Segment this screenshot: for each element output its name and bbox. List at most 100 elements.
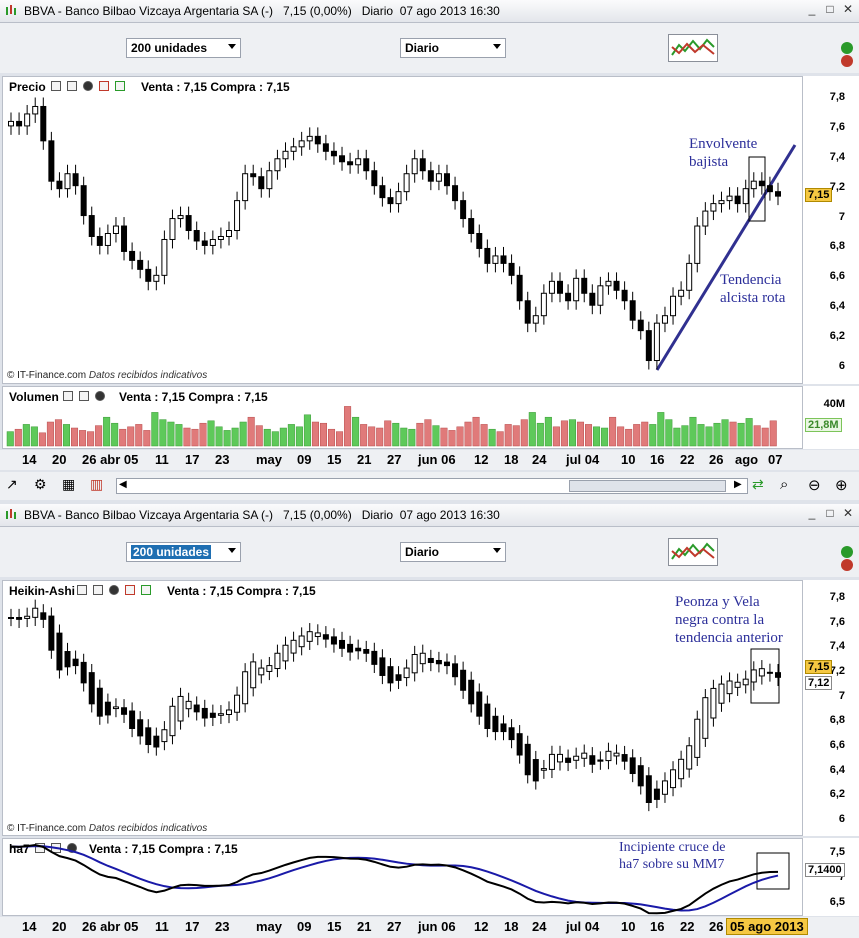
ha-candle (56, 624, 63, 679)
candle (524, 291, 531, 333)
volume-bar (633, 424, 641, 447)
volume-bar (311, 421, 319, 447)
candle (193, 221, 200, 250)
indicator-chart-button[interactable] (668, 538, 718, 566)
ha-candle (581, 744, 588, 767)
move-icon[interactable]: ⇄ (752, 476, 764, 493)
ha-candle (540, 759, 547, 779)
close-icon[interactable]: ✕ (840, 505, 856, 521)
candle (589, 284, 596, 315)
scroll-left-icon[interactable]: ◀ (119, 479, 127, 490)
tendencia-annotation: Tendencia alcista rota (720, 272, 786, 306)
ha-candle (371, 642, 378, 673)
volume-bar (488, 428, 496, 447)
ha-candle (532, 750, 539, 790)
ha-candle (274, 644, 281, 678)
ha-candle (605, 742, 612, 770)
volume-bar (673, 427, 681, 447)
ha-candle (339, 631, 346, 657)
maximize-icon[interactable]: □ (822, 505, 838, 521)
zoom-in-icon[interactable]: ⊕ (835, 476, 848, 494)
heikin-panel[interactable]: Heikin-Ashi Venta : 7,15 Compra : 7,15 P… (2, 580, 803, 836)
price-tick-label: 6,4 (829, 300, 845, 313)
ha-candle (72, 650, 79, 675)
units-select-value: 200 unidades (131, 41, 208, 55)
alert-icon[interactable] (838, 543, 856, 573)
period-select[interactable]: Diario (400, 542, 506, 562)
price-tick-label: 6,2 (829, 330, 845, 343)
candle (492, 246, 499, 273)
grid-icon[interactable]: ▦ (62, 476, 82, 494)
volume-bar (440, 427, 448, 447)
zoom-fit-icon[interactable]: ↗ (6, 476, 26, 494)
minimize-icon[interactable]: _ (804, 505, 820, 521)
candle (266, 161, 273, 198)
volume-bar (665, 419, 673, 447)
close-icon[interactable]: ✕ (840, 1, 856, 17)
ha-candle (573, 747, 580, 769)
volume-bar (408, 428, 416, 447)
candle (742, 179, 749, 213)
ha-candle (750, 661, 757, 691)
ha-candle (330, 628, 337, 653)
units-select[interactable]: 200 unidades (126, 542, 241, 562)
volume-bar (231, 427, 239, 447)
ha-candle (137, 711, 144, 745)
date-label: jul 04 (566, 919, 600, 934)
date-highlight: 05 ago 2013 (726, 918, 808, 935)
ha-candle (177, 687, 184, 730)
candle (72, 164, 79, 195)
volume-bar (593, 426, 601, 447)
ha7-panel[interactable]: ha7 Venta : 7,15 Compra : 7,15 Incipient… (2, 838, 803, 916)
volume-bar (729, 421, 737, 447)
heikin-tick-label: 6,8 (829, 714, 845, 727)
candle (419, 149, 426, 180)
volume-bar (464, 421, 472, 447)
candle (201, 232, 208, 255)
ha-candle (484, 695, 491, 738)
volume-bar (625, 428, 633, 447)
volume-panel[interactable]: Volumen Venta : 7,15 Compra : 7,15 (2, 386, 803, 449)
candle (322, 134, 329, 161)
window1-titlebar[interactable]: BBVA - Banco Bilbao Vizcaya Argentaria S… (0, 0, 859, 23)
volume-chart[interactable] (3, 387, 802, 448)
candle (145, 260, 152, 291)
candle (64, 164, 71, 198)
alert-icon[interactable] (838, 39, 856, 69)
scrollbar[interactable]: ◀ ▶ (116, 478, 748, 494)
volume-axis: 40M 21,8M (803, 386, 859, 449)
price-chart[interactable] (3, 77, 802, 383)
volume-bar (191, 428, 199, 447)
volume-bar (143, 430, 151, 447)
maximize-icon[interactable]: □ (822, 1, 838, 17)
volume-bar (657, 412, 665, 447)
volume-bar (456, 426, 464, 447)
ha-candle (24, 607, 31, 628)
period-select[interactable]: Diario (400, 38, 506, 58)
ha-candle (314, 624, 321, 646)
zoom-out-icon[interactable]: ⊖ (808, 476, 821, 494)
settings-icon[interactable]: ⚙ (34, 476, 54, 494)
candle (137, 251, 144, 279)
heikin-tick-label: 7,6 (829, 615, 845, 628)
scroll-thumb[interactable] (569, 480, 726, 492)
chart-app-icon (5, 508, 18, 520)
volume-bar (689, 416, 697, 447)
cross-box (756, 852, 790, 890)
scroll-right-icon[interactable]: ▶ (734, 479, 742, 490)
ha7-last-tag: 7,1400 (805, 863, 845, 877)
units-select[interactable]: 200 unidades (126, 38, 241, 58)
candle (468, 209, 475, 243)
candles-icon[interactable]: ▥ (90, 476, 110, 494)
peonza-annotation: Peonza y Vela negra contra la tendencia an… (675, 594, 783, 646)
chevron-down-icon (493, 548, 501, 553)
candle (234, 191, 241, 240)
volume-bar (560, 420, 568, 447)
window2-titlebar[interactable]: BBVA - Banco Bilbao Vizcaya Argentaria S… (0, 504, 859, 527)
candle (8, 112, 14, 135)
indicator-chart-button[interactable] (668, 34, 718, 62)
candle (177, 206, 184, 228)
minimize-icon[interactable]: _ (804, 1, 820, 17)
price-panel[interactable]: Precio Venta : 7,15 Compra : 7,15 Envolv… (2, 76, 803, 384)
zoom-select-icon[interactable]: ⌕ (780, 476, 788, 493)
